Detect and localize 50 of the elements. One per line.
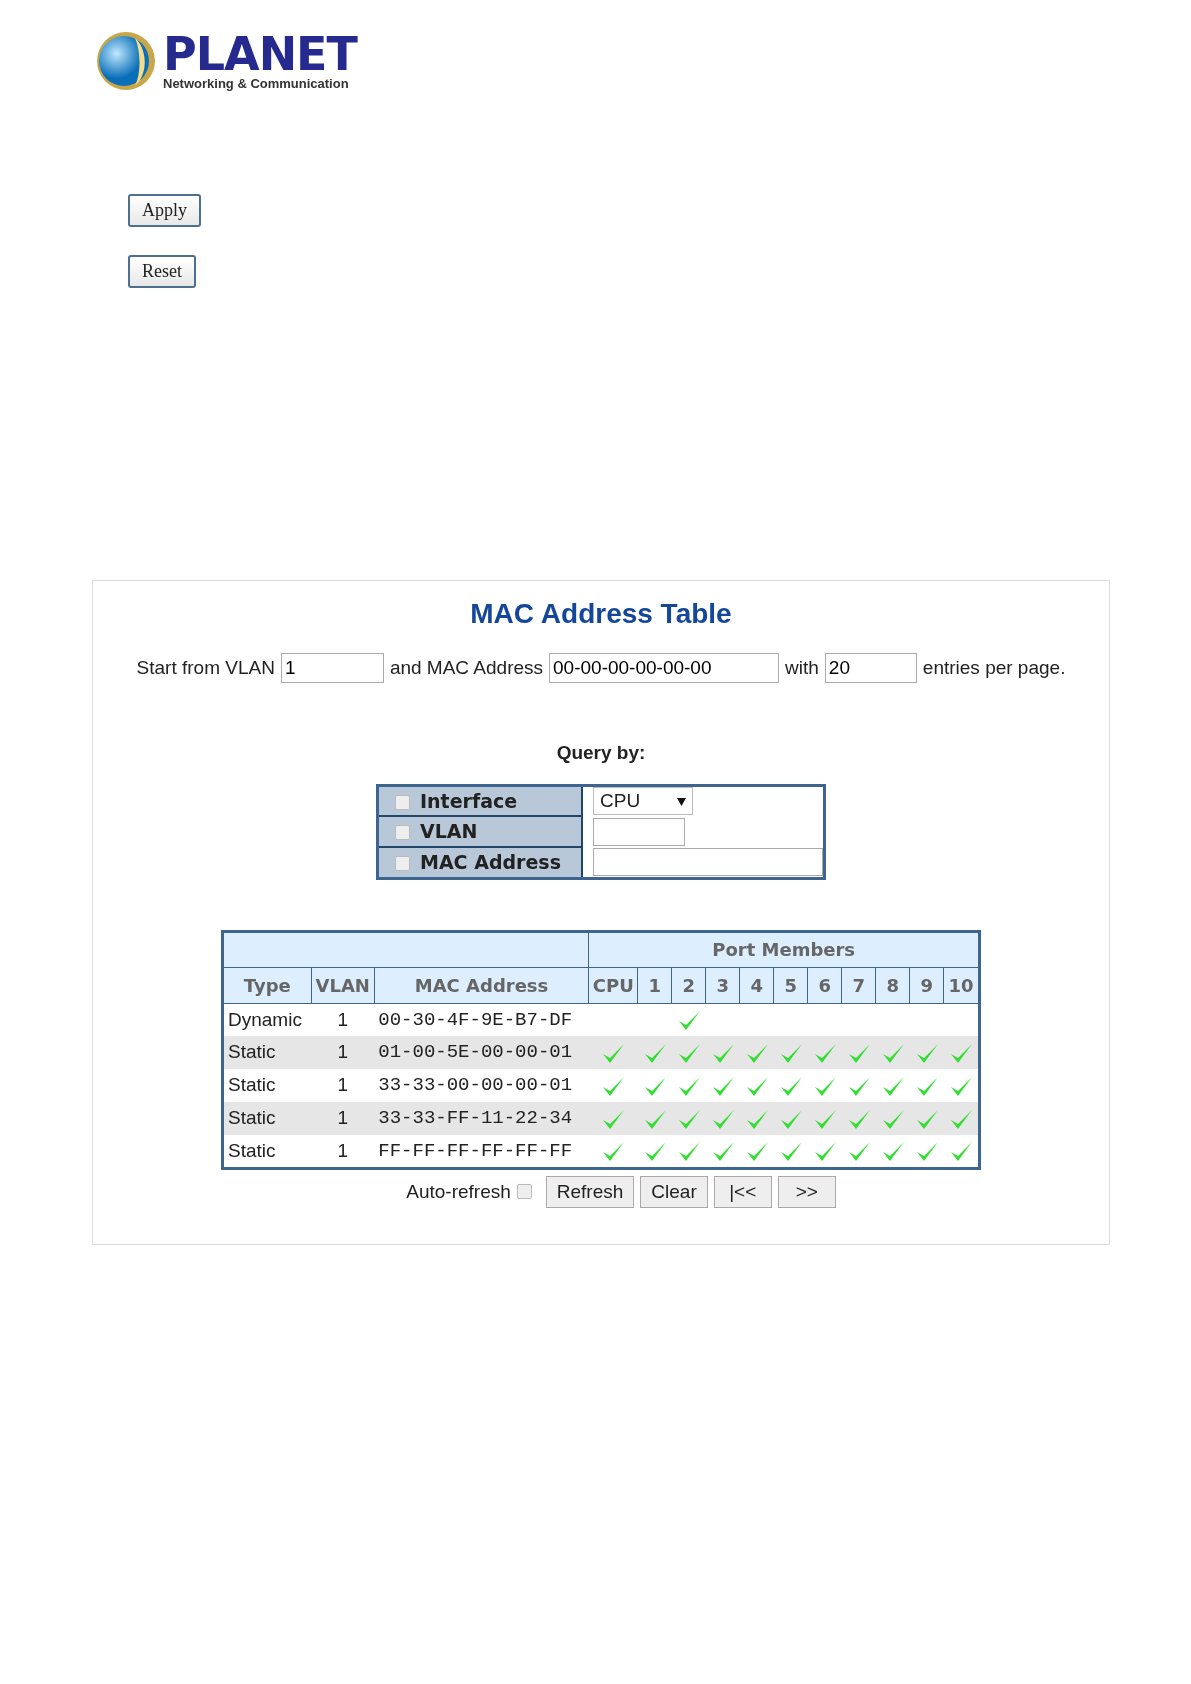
dropdown[interactable]: CPU — [593, 787, 693, 816]
clear-button[interactable]: Clear — [640, 1175, 708, 1208]
table-cell: Dynamic — [222, 1003, 312, 1036]
input-field[interactable] — [593, 817, 685, 846]
checkbox[interactable] — [516, 1184, 532, 1200]
brand-name: PLANET — [163, 30, 357, 77]
input-field[interactable]: 1 — [280, 653, 384, 683]
caret-icon — [677, 798, 686, 807]
checkbox[interactable] — [395, 856, 410, 871]
table-cell: 1 — [311, 1069, 375, 1102]
brand-tagline: Networking & Communication — [163, 76, 350, 92]
column-header: MAC Address — [374, 967, 589, 1003]
table-cell: Static — [222, 1102, 312, 1135]
column-header: VLAN — [311, 967, 375, 1003]
table-cell: Static — [222, 1069, 312, 1102]
query-label: VLAN — [420, 820, 478, 843]
table-cell: FF-FF-FF-FF-FF-FF — [374, 1135, 589, 1168]
input-field[interactable]: 00-00-00-00-00-00 — [549, 653, 780, 683]
field-label: with — [785, 655, 819, 680]
field-label: and MAC Address — [389, 655, 544, 680]
input-field[interactable]: 20 — [824, 653, 917, 683]
table-cell: 1 — [311, 1036, 375, 1069]
checkbox[interactable] — [395, 794, 410, 810]
apply-button[interactable]: Apply — [128, 194, 201, 227]
table-cell: Static — [222, 1135, 312, 1168]
section-title: Query by: — [555, 741, 647, 765]
table-cell: 1 — [311, 1135, 375, 1168]
globe-logo-icon — [95, 30, 157, 92]
field-label: Auto-refresh — [406, 1179, 511, 1204]
query-label: Interface — [420, 789, 518, 812]
table-cell: Static — [222, 1036, 312, 1069]
panel-title: MAC Address Table — [469, 597, 733, 631]
table-cell: 33-33-00-00-00-01 — [374, 1069, 589, 1102]
table-cell: 1 — [311, 1102, 375, 1135]
query-label: MAC Address — [420, 851, 561, 873]
field-label: Start from VLAN — [136, 655, 275, 680]
next-page-button[interactable]: >> — [777, 1175, 836, 1208]
column-header: Port Members — [588, 931, 980, 967]
first-page-button[interactable]: |<< — [713, 1175, 772, 1208]
table-cell: 33-33-FF-11-22-34 — [374, 1102, 589, 1135]
table-cell: 01-00-5E-00-00-01 — [374, 1036, 589, 1069]
column-header: Type — [222, 967, 312, 1003]
table-cell: 1 — [311, 1003, 375, 1036]
reset-button[interactable]: Reset — [128, 255, 196, 288]
refresh-button[interactable]: Refresh — [545, 1175, 635, 1208]
table-cell: 00-30-4F-9E-B7-DF — [374, 1003, 589, 1036]
field-label: entries per page. — [922, 655, 1066, 680]
input-field[interactable] — [593, 847, 823, 876]
column-header: CPU — [588, 967, 638, 1003]
checkbox[interactable] — [395, 825, 410, 841]
